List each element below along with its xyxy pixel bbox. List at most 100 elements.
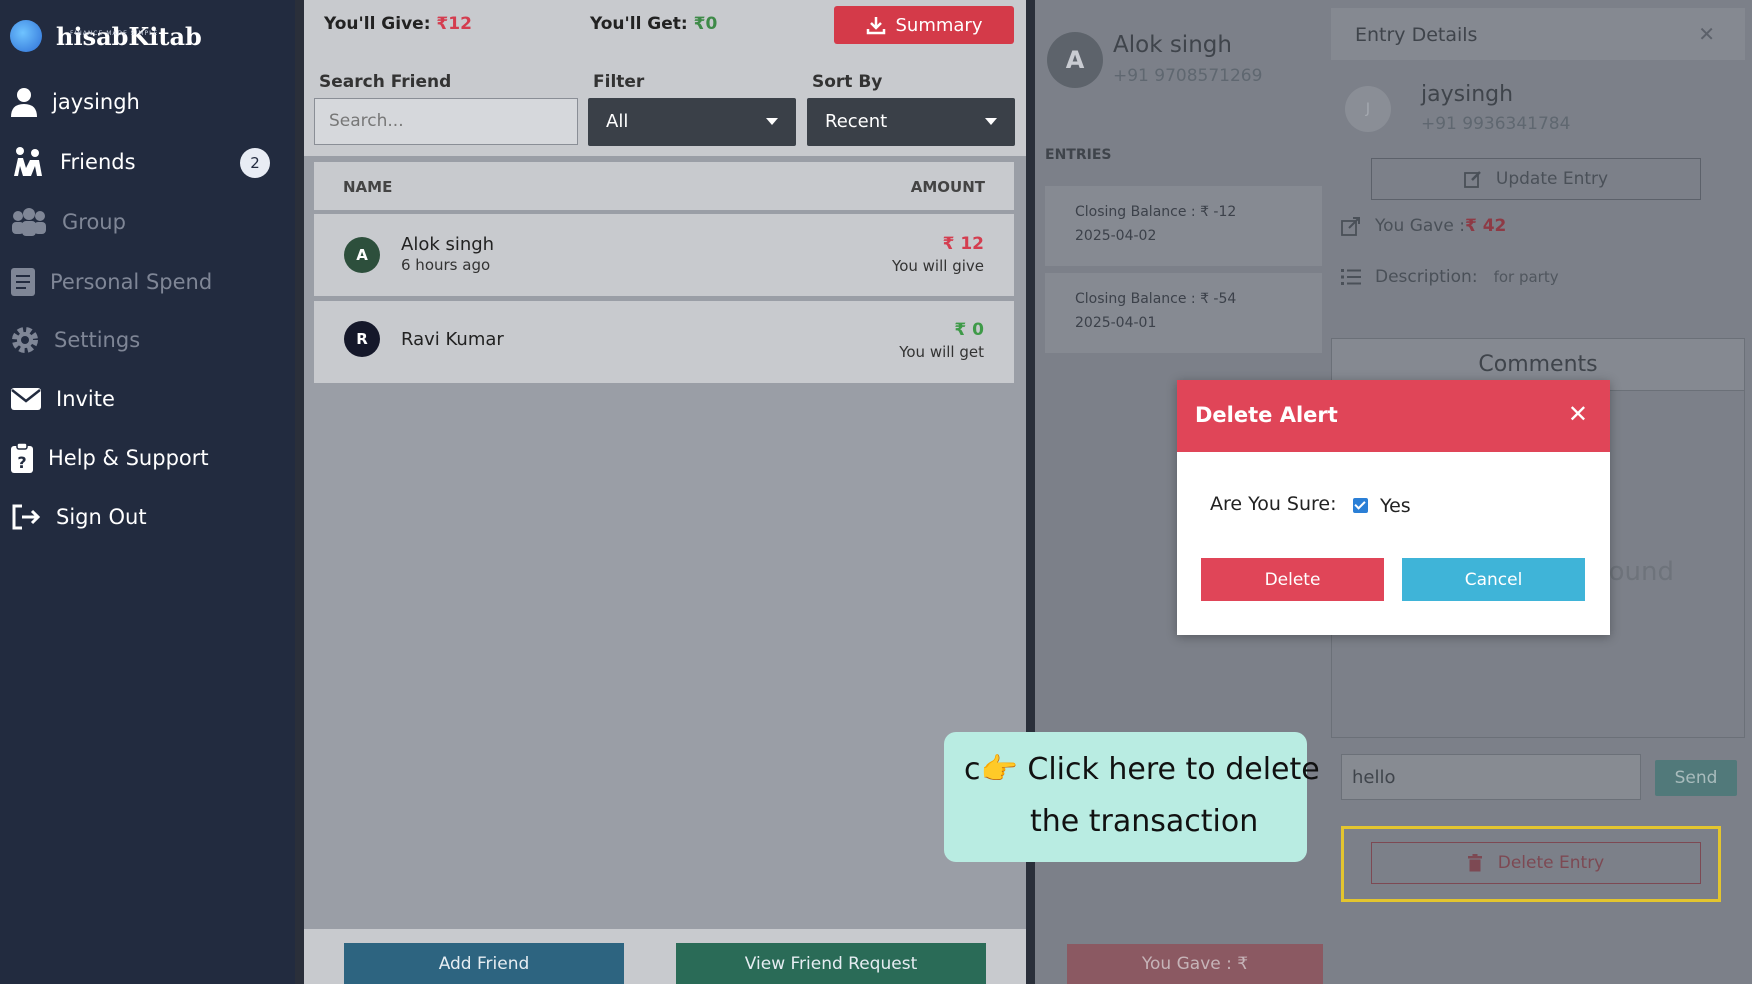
sort-select[interactable]: Recent — [807, 98, 1015, 146]
sidebar-item-label: Sign Out — [56, 505, 147, 529]
entry-date: 2025-04-01 — [1075, 315, 1157, 331]
sidebar-item-label: Settings — [54, 328, 141, 352]
group-icon — [12, 208, 46, 236]
you-gave-amount: ₹ 42 — [1464, 216, 1507, 236]
delete-entry-button[interactable]: Delete Entry — [1371, 842, 1701, 884]
svg-text:?: ? — [17, 453, 26, 472]
entry-balance: Closing Balance : ₹ -12 — [1075, 204, 1237, 220]
entry-item[interactable]: Closing Balance : ₹ -54 2025-04-01 — [1045, 273, 1322, 353]
you-gave-label: You Gave : — [1375, 216, 1465, 236]
get-label: You'll Get: — [590, 14, 688, 34]
friend-amount-note: You will give — [892, 257, 984, 275]
avatar: R — [344, 321, 380, 357]
help-icon: ? — [11, 442, 33, 473]
sidebar-item-label: Group — [62, 210, 126, 234]
sidebar: hisabKitab FINANCE MADE SIMPLE jaysingh … — [0, 0, 295, 984]
edit-icon — [1463, 171, 1481, 188]
friend-row-alok[interactable]: A Alok singh 6 hours ago ₹ 12 You will g… — [314, 214, 1014, 296]
callout-line-2: the transaction — [1030, 804, 1259, 839]
entry-balance: Closing Balance : ₹ -54 — [1075, 291, 1237, 307]
add-friend-button[interactable]: Add Friend — [344, 943, 624, 984]
delete-alert-modal: Delete Alert ✕ Are You Sure: Yes Delete … — [1177, 380, 1610, 635]
you-will-get: You'll Get: ₹0 — [590, 14, 717, 34]
sidebar-item-profile[interactable]: jaysingh — [10, 82, 140, 122]
comments-empty-text: ound — [1608, 557, 1674, 587]
modal-title: Delete Alert — [1195, 403, 1338, 427]
avatar: A — [1047, 32, 1103, 88]
get-value: ₹0 — [693, 14, 718, 34]
friends-panel: You'll Give: ₹12 You'll Get: ₹0 Summary … — [304, 0, 1026, 984]
details-name: jaysingh — [1421, 82, 1514, 107]
logo-globe-icon — [10, 20, 42, 52]
filter-value: All — [606, 111, 629, 132]
sidebar-item-group[interactable]: Group — [10, 202, 126, 242]
signout-icon — [12, 504, 41, 530]
summary-button-label: Summary — [895, 14, 983, 36]
friend-name: Alok singh — [401, 234, 495, 255]
download-icon — [866, 17, 885, 35]
update-entry-button[interactable]: Update Entry — [1371, 158, 1701, 200]
sidebar-item-personal-spend[interactable]: Personal Spend — [10, 262, 212, 302]
search-label: Search Friend — [319, 72, 452, 92]
filter-select[interactable]: All — [588, 98, 796, 146]
callout-line-1: c👉 Click here to delete — [964, 752, 1320, 787]
close-icon[interactable]: ✕ — [1698, 22, 1715, 46]
send-button[interactable]: Send — [1655, 760, 1737, 796]
confirm-question: Are You Sure: — [1210, 493, 1337, 515]
app-tagline: FINANCE MADE SIMPLE — [70, 30, 159, 37]
friend-row-ravi[interactable]: R Ravi Kumar ₹ 0 You will get — [314, 301, 1014, 383]
details-phone: +91 9936341784 — [1421, 114, 1571, 134]
user-icon — [11, 88, 37, 117]
friends-icon — [14, 147, 42, 176]
table-header: NAME AMOUNT — [314, 162, 1014, 210]
summary-button[interactable]: Summary — [834, 6, 1014, 44]
contact-header: A Alok singh +91 9708571269 — [1035, 0, 1322, 118]
you-gave-button[interactable]: You Gave : ₹ — [1067, 944, 1323, 984]
give-value: ₹12 — [436, 14, 472, 34]
close-icon[interactable]: ✕ — [1568, 400, 1588, 428]
contact-name: Alok singh — [1113, 32, 1232, 58]
notebook-icon — [11, 268, 35, 296]
sidebar-item-label: Help & Support — [48, 446, 209, 470]
friend-name: Ravi Kumar — [401, 329, 504, 350]
sidebar-item-label: Personal Spend — [50, 270, 213, 294]
search-input[interactable]: Search... — [314, 98, 578, 145]
trash-icon — [1467, 854, 1482, 872]
summary-bar: You'll Give: ₹12 You'll Get: ₹0 Summary — [304, 0, 1026, 48]
confirm-checkbox[interactable] — [1353, 498, 1368, 513]
envelope-icon — [11, 388, 41, 410]
avatar: A — [344, 237, 380, 273]
list-icon — [1341, 269, 1361, 285]
sort-value: Recent — [825, 111, 888, 132]
entry-date: 2025-04-02 — [1075, 228, 1157, 244]
sidebar-item-settings[interactable]: Settings — [10, 320, 140, 360]
details-header: Entry Details ✕ — [1331, 8, 1745, 60]
you-will-give: You'll Give: ₹12 — [324, 14, 472, 34]
cancel-button[interactable]: Cancel — [1402, 558, 1585, 601]
sidebar-item-invite[interactable]: Invite — [10, 379, 115, 419]
entries-label: ENTRIES — [1045, 147, 1112, 163]
comment-input[interactable]: hello — [1341, 754, 1641, 800]
friends-count-badge: 2 — [240, 148, 270, 178]
confirm-yes-label: Yes — [1380, 495, 1411, 517]
sidebar-item-label: Friends — [60, 150, 136, 174]
sidebar-item-friends[interactable]: Friends — [10, 142, 136, 182]
friend-time: 6 hours ago — [401, 256, 491, 274]
sidebar-item-help[interactable]: ? Help & Support — [10, 438, 209, 478]
filter-label: Filter — [593, 72, 645, 92]
update-entry-label: Update Entry — [1495, 169, 1609, 189]
description-value: for party — [1493, 268, 1559, 286]
share-icon — [1341, 217, 1360, 236]
delete-button[interactable]: Delete — [1201, 558, 1384, 601]
friend-amount-note: You will get — [899, 343, 984, 361]
description-line: Description: for party — [1341, 267, 1559, 287]
sidebar-item-signout[interactable]: Sign Out — [10, 497, 147, 537]
instruction-callout: c👉 Click here to delete the transaction — [944, 732, 1320, 862]
caret-down-icon — [985, 118, 997, 125]
friend-amount: ₹ 0 — [954, 320, 984, 340]
entry-item[interactable]: Closing Balance : ₹ -12 2025-04-02 — [1045, 186, 1322, 266]
contact-phone: +91 9708571269 — [1113, 66, 1263, 86]
bottom-actions: Add Friend View Friend Request — [304, 929, 1026, 984]
view-friend-request-button[interactable]: View Friend Request — [676, 943, 986, 984]
avatar: J — [1345, 86, 1391, 132]
